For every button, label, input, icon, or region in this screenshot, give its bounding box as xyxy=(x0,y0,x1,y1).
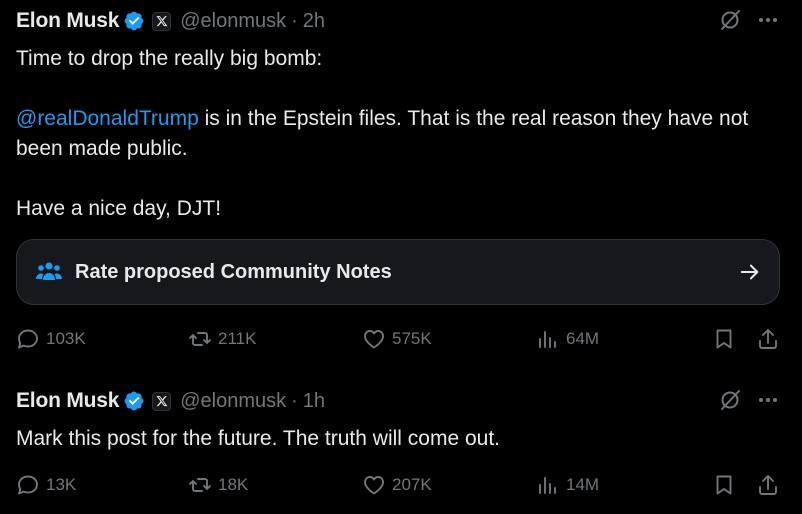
x-logo-icon xyxy=(152,391,172,411)
community-notes-label: Rate proposed Community Notes xyxy=(75,260,392,283)
mention-link[interactable]: @realDonaldTrump xyxy=(16,107,199,130)
separator: · xyxy=(291,389,298,412)
author-handle[interactable]: @elonmusk xyxy=(180,390,286,413)
author-name[interactable]: Elon Musk xyxy=(16,9,119,33)
repost-count: 211K xyxy=(218,329,257,348)
repost-icon xyxy=(189,478,211,492)
tweet-text-paragraph: @realDonaldTrump is in the Epstein files… xyxy=(16,104,772,164)
tweet-header: Elon Musk @elonmusk · 2h xyxy=(16,8,325,34)
more-icon[interactable] xyxy=(756,388,780,412)
tweet-actions: 13K 18K 207K 14M xyxy=(16,470,780,500)
tweet-header: Elon Musk @elonmusk · 1h xyxy=(16,388,325,414)
views-count: 64M xyxy=(566,329,600,348)
reply-icon xyxy=(18,475,38,495)
like-count: 207K xyxy=(392,475,432,494)
bookmark-button[interactable] xyxy=(712,470,736,500)
arrow-right-icon xyxy=(740,264,759,280)
timestamp[interactable]: 1h xyxy=(303,390,325,413)
timestamp[interactable]: 2h xyxy=(303,10,325,33)
community-notes-button[interactable]: Rate proposed Community Notes xyxy=(16,239,780,305)
views-count: 14M xyxy=(566,475,600,494)
share-icon xyxy=(759,475,777,495)
views-button[interactable]: 64M xyxy=(536,324,599,354)
reply-count: 103K xyxy=(46,329,86,348)
reply-count: 13K xyxy=(46,475,77,494)
views-icon xyxy=(539,477,556,494)
grok-icon[interactable] xyxy=(718,388,742,412)
repost-icon xyxy=(189,332,211,346)
author-handle[interactable]: @elonmusk xyxy=(180,10,286,33)
share-icon xyxy=(759,329,777,349)
tweet-top-actions xyxy=(718,388,780,412)
tweet-actions: 103K 211K 575K 64M xyxy=(16,324,780,354)
separator: · xyxy=(291,9,298,32)
more-icon[interactable] xyxy=(756,8,780,32)
tweet-text-line: Time to drop the really big bomb: xyxy=(16,47,323,70)
like-button[interactable]: 575K xyxy=(362,324,432,354)
tweet-text-line: Have a nice day, DJT! xyxy=(16,197,222,220)
tweet-text: Time to drop the really big bomb: @realD… xyxy=(16,44,772,254)
tweet[interactable]: Elon Musk @elonmusk · 1h Mark this post … xyxy=(0,380,802,514)
verified-badge-icon xyxy=(124,391,144,411)
repost-button[interactable]: 18K xyxy=(188,470,248,500)
like-icon xyxy=(364,476,384,495)
views-icon xyxy=(539,331,556,348)
share-button[interactable] xyxy=(756,324,780,354)
verified-badge-icon xyxy=(124,11,144,31)
community-notes-icon xyxy=(36,262,62,280)
like-count: 575K xyxy=(392,329,432,348)
author-name[interactable]: Elon Musk xyxy=(16,389,119,413)
bookmark-button[interactable] xyxy=(712,324,736,354)
bookmark-icon xyxy=(716,329,732,349)
reply-button[interactable]: 13K xyxy=(16,470,76,500)
share-button[interactable] xyxy=(756,470,780,500)
like-button[interactable]: 207K xyxy=(362,470,432,500)
bookmark-icon xyxy=(716,475,732,495)
tweet-text-line: Mark this post for the future. The truth… xyxy=(16,427,500,450)
tweet[interactable]: Elon Musk @elonmusk · 2h Time to drop th… xyxy=(0,0,802,360)
grok-icon[interactable] xyxy=(718,8,742,32)
reply-icon xyxy=(18,329,38,349)
views-button[interactable]: 14M xyxy=(536,470,599,500)
reply-button[interactable]: 103K xyxy=(16,324,86,354)
like-icon xyxy=(364,330,384,349)
tweet-top-actions xyxy=(718,8,780,32)
repost-button[interactable]: 211K xyxy=(188,324,256,354)
repost-count: 18K xyxy=(218,475,249,494)
x-logo-icon xyxy=(152,11,172,31)
